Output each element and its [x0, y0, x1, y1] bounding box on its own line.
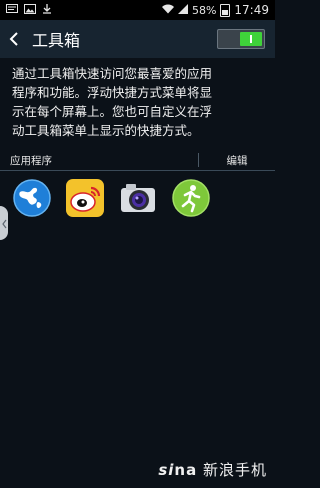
message-icon — [6, 4, 18, 16]
apps-section-header: 应用程序 编辑 — [0, 150, 275, 171]
toggle-knob — [240, 32, 262, 46]
watermark-text: 新浪手机 — [202, 461, 267, 479]
download-icon — [42, 4, 52, 16]
back-icon[interactable] — [8, 29, 28, 49]
description-text: 通过工具箱快速访问您最喜爱的应用 程序和功能。浮动快捷方式菜单将显 示在每个屏幕… — [12, 64, 270, 140]
signal-icon — [177, 4, 188, 16]
app-shortcuts — [12, 178, 211, 218]
clock: 17:49 — [234, 3, 269, 17]
image-icon — [24, 4, 36, 16]
page-title: 工具箱 — [32, 31, 81, 50]
internet-globe-icon[interactable] — [12, 178, 52, 218]
title-bar: 工具箱 — [0, 20, 275, 58]
weibo-icon[interactable] — [65, 178, 105, 218]
battery-icon — [220, 3, 231, 17]
wifi-icon — [161, 4, 174, 16]
chevron-left-icon — [1, 214, 7, 233]
description-line: 通过工具箱快速访问您最喜爱的应用 — [12, 66, 213, 81]
section-title: 应用程序 — [10, 154, 52, 167]
camera-icon[interactable] — [118, 178, 158, 218]
notification-icons — [0, 4, 52, 16]
system-icons: 58% 17:49 — [161, 3, 275, 17]
watermark-brand: si — [158, 461, 175, 479]
watermark-brand-rest: na — [174, 461, 198, 479]
sina-watermark: sina 新浪手机 — [158, 459, 267, 480]
description-line: 程序和功能。浮动快捷方式菜单将显 — [12, 85, 213, 100]
battery-percent: 58% — [191, 3, 217, 17]
description-line: 示在每个屏幕上。您也可自定义在浮 — [12, 104, 213, 119]
description-line: 动工具箱菜单上显示的快捷方式。 — [12, 123, 200, 138]
side-drawer-handle[interactable] — [0, 206, 8, 240]
status-bar: 58% 17:49 — [0, 0, 275, 20]
edit-button[interactable]: 编辑 — [199, 153, 275, 168]
s-health-runner-icon[interactable] — [171, 178, 211, 218]
toolbox-toggle[interactable] — [217, 29, 265, 49]
